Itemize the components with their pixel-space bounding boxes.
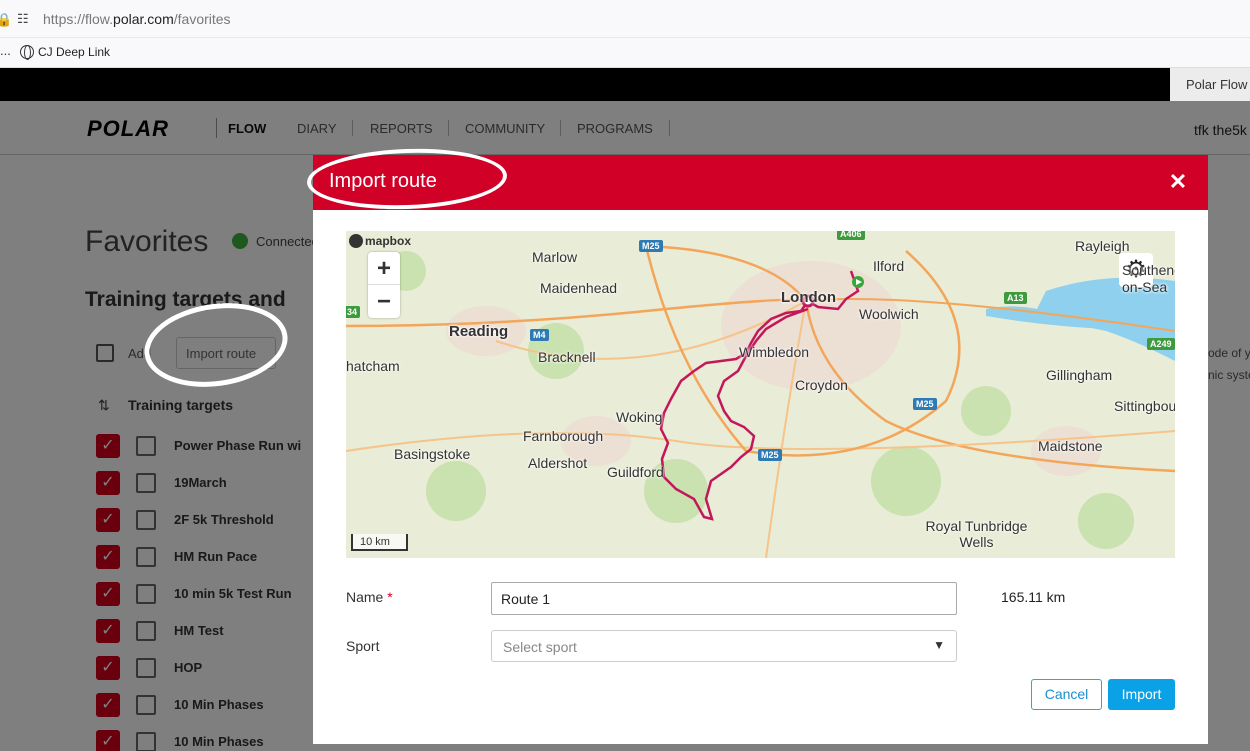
road-shield: M4 <box>530 329 549 341</box>
dialog-header: Import route ✕ <box>306 145 1208 213</box>
place-label: Reading <box>449 323 509 340</box>
chevron-down-icon: ▼ <box>933 638 945 652</box>
name-label: Name * <box>346 589 393 605</box>
place-label: Bracknell <box>538 349 596 365</box>
place-label: Southend-on-Sea <box>1122 262 1175 295</box>
road-shield: A249 <box>1147 338 1175 350</box>
green-area <box>961 386 1011 436</box>
place-label: Royal Tunbridge Wells <box>925 518 1028 550</box>
mapbox-text: mapbox <box>365 234 412 248</box>
cancel-button[interactable]: Cancel <box>1031 679 1102 710</box>
place-label: Ilford <box>873 258 905 274</box>
bookmark-label: CJ Deep Link <box>38 45 111 59</box>
site-permissions-icon[interactable]: ☷ <box>17 11 29 27</box>
road-shield: 34 <box>346 306 361 318</box>
tab-title[interactable]: Polar Flow <box>1170 68 1250 101</box>
close-icon[interactable]: ✕ <box>1165 169 1191 195</box>
place-label: Marlow <box>532 249 578 265</box>
road-shield: A406 <box>837 231 865 240</box>
road-shield: M25 <box>913 398 937 410</box>
place-label: Basingstoke <box>394 446 471 462</box>
black-bar <box>0 68 1250 101</box>
place-label: Gillingham <box>1046 367 1113 383</box>
lock-icon: 🔒 <box>0 12 13 27</box>
place-label: Maidenhead <box>540 280 618 296</box>
place-label: Wimbledon <box>739 344 810 360</box>
place-label: Aldershot <box>528 455 588 471</box>
place-label: Woolwich <box>859 306 919 322</box>
green-area <box>871 446 941 516</box>
bookmark-cj-deep-link[interactable]: CJ Deep Link <box>20 45 111 60</box>
road-shield: M25 <box>758 449 782 461</box>
place-label: London <box>781 289 836 306</box>
place-label: Maidstone <box>1038 438 1103 454</box>
zoom-control: + − <box>368 252 400 318</box>
url-text[interactable]: https://flow.polar.com/favorites <box>43 11 231 27</box>
bookmarks-bar: ... CJ Deep Link <box>0 38 1250 68</box>
route-name-input[interactable] <box>491 582 957 615</box>
sport-select[interactable]: Select sport ▼ <box>491 630 957 662</box>
place-label: Woking <box>616 409 663 425</box>
mapbox-logo[interactable]: mapbox <box>349 234 411 248</box>
map-canvas <box>346 244 1175 558</box>
import-route-dialog: Import route ✕ mapbox + − ⚙ 10 km Marlow… <box>306 145 1208 744</box>
green-area <box>426 461 486 521</box>
road-shield: A13 <box>1004 292 1027 304</box>
place-label: Sittingbou <box>1114 398 1175 414</box>
sport-placeholder: Select sport <box>503 639 577 655</box>
mapbox-icon <box>349 234 363 248</box>
zoom-in-button[interactable]: + <box>368 252 400 285</box>
road-shield: M25 <box>639 240 663 252</box>
globe-icon <box>20 45 34 60</box>
sport-label: Sport <box>346 638 380 654</box>
route-distance: 165.11 km <box>1001 589 1066 605</box>
scale-bar: 10 km <box>351 534 408 551</box>
zoom-out-button[interactable]: − <box>368 285 400 318</box>
route-map[interactable]: mapbox + − ⚙ 10 km Marlow Maidenhead Rea… <box>346 231 1175 558</box>
place-label: Farnborough <box>523 428 604 444</box>
annotation-circle <box>306 145 508 213</box>
bookmarks-overflow[interactable]: ... <box>0 43 11 58</box>
browser-address-bar[interactable]: 🔒 ☷ https://flow.polar.com/favorites <box>0 0 1250 38</box>
place-label: Croydon <box>795 377 848 393</box>
import-button[interactable]: Import <box>1108 679 1175 710</box>
green-area <box>1078 493 1134 549</box>
place-label: Rayleigh <box>1075 238 1130 254</box>
place-label: hatcham <box>346 358 400 374</box>
place-label: Guildford <box>607 464 664 480</box>
